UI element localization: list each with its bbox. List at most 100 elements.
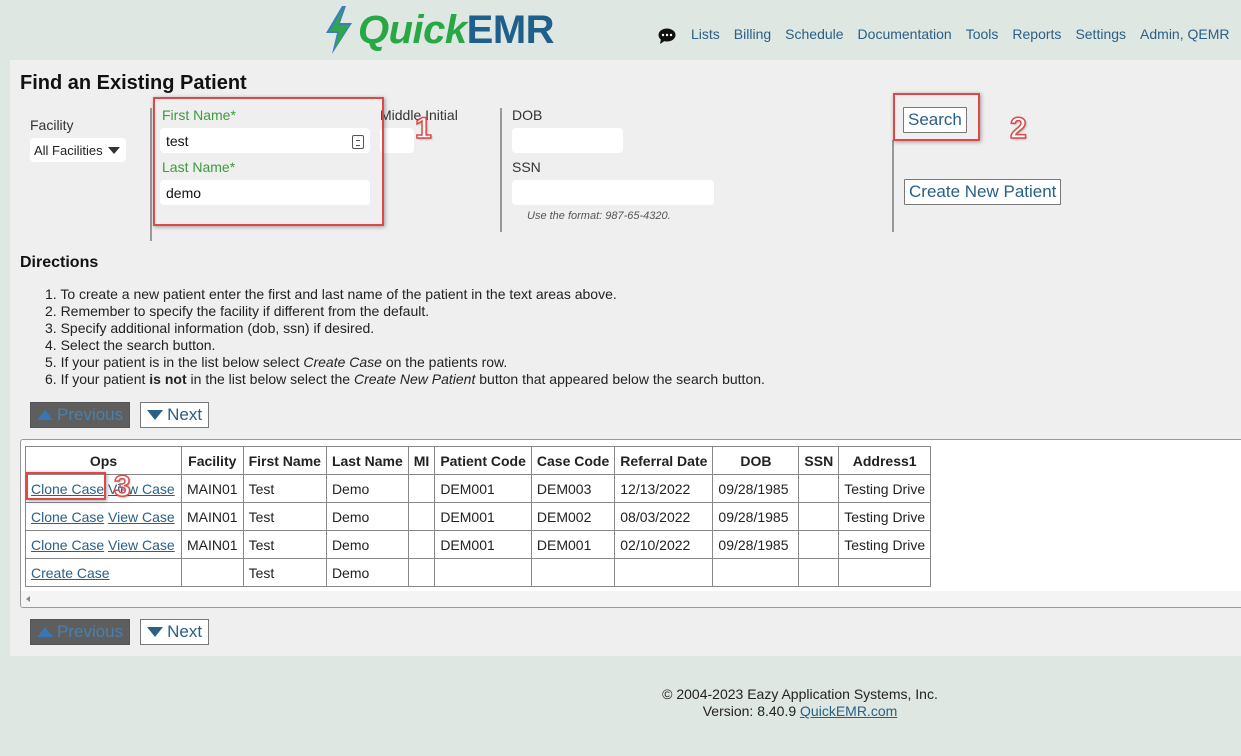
column-header: Referral Date bbox=[614, 446, 714, 475]
version-line: Version: 8.40.9 QuickEMR.com bbox=[0, 703, 1241, 720]
ssn-label: SSN bbox=[512, 159, 541, 175]
column-header: First Name bbox=[242, 446, 327, 475]
table-cell: Testing Drive bbox=[838, 474, 932, 503]
nav-billing[interactable]: Billing bbox=[734, 26, 771, 42]
column-header: Case Code bbox=[530, 446, 616, 475]
clone-case-link[interactable]: Clone Case bbox=[31, 509, 104, 525]
table-cell bbox=[407, 530, 436, 559]
next-button[interactable]: Next bbox=[140, 619, 210, 645]
column-header: Last Name bbox=[325, 446, 409, 475]
quickemr-link[interactable]: QuickEMR.com bbox=[800, 703, 897, 719]
table-cell: DEM003 bbox=[530, 474, 616, 503]
table-cell: DEM001 bbox=[530, 530, 616, 559]
previous-button[interactable]: Previous bbox=[30, 619, 131, 645]
caret-down-icon bbox=[108, 147, 120, 154]
create-case-link[interactable]: Create Case bbox=[31, 565, 110, 581]
dob-input[interactable] bbox=[512, 128, 623, 153]
annotation-highlight-clone-case bbox=[26, 472, 106, 500]
annotation-number: 2 bbox=[1009, 111, 1027, 146]
brand-quick: Quick bbox=[358, 7, 467, 52]
table-cell bbox=[712, 558, 800, 587]
table-cell: Demo bbox=[325, 558, 409, 587]
lightning-bolt-icon bbox=[326, 6, 352, 54]
table-cell bbox=[434, 558, 532, 587]
facility-select[interactable]: All Facilities bbox=[30, 138, 126, 162]
nav-tools[interactable]: Tools bbox=[966, 26, 999, 42]
middle-initial-input[interactable] bbox=[380, 128, 414, 153]
previous-label: Previous bbox=[57, 405, 124, 424]
direction-step: 2. Remember to specify the facility if d… bbox=[45, 303, 430, 319]
table-cell bbox=[407, 502, 436, 531]
clone-case-link[interactable]: Clone Case bbox=[31, 537, 104, 553]
table-cell: DEM001 bbox=[434, 474, 532, 503]
table-cell: Test bbox=[242, 558, 327, 587]
table-cell bbox=[798, 558, 840, 587]
divider bbox=[150, 108, 152, 241]
table-cell: DEM002 bbox=[530, 502, 616, 531]
column-header: MI bbox=[407, 446, 436, 475]
facility-select-value: All Facilities bbox=[34, 143, 103, 158]
column-header: Ops bbox=[25, 446, 182, 475]
divider bbox=[500, 108, 502, 232]
quickemr-logo[interactable]: QuickEMR bbox=[322, 4, 555, 56]
ssn-input[interactable] bbox=[512, 180, 714, 205]
direction-step: 3. Specify additional information (dob, … bbox=[45, 320, 375, 336]
view-case-link[interactable]: View Case bbox=[108, 509, 175, 525]
direction-step: 6. If your patient is not in the list be… bbox=[45, 371, 765, 387]
table-cell: MAIN01 bbox=[181, 474, 244, 503]
nav-settings[interactable]: Settings bbox=[1075, 26, 1126, 42]
triangle-up-icon bbox=[37, 627, 53, 637]
chat-icon[interactable] bbox=[658, 28, 676, 44]
column-header: DOB bbox=[712, 446, 800, 475]
table-cell: MAIN01 bbox=[181, 502, 244, 531]
table-cell bbox=[407, 558, 436, 587]
directions-list: 1. To create a new patient enter the fir… bbox=[45, 286, 765, 388]
nav-reports[interactable]: Reports bbox=[1012, 26, 1061, 42]
table-cell: DEM001 bbox=[434, 502, 532, 531]
main-panel: Find an Existing Patient Facility All Fa… bbox=[10, 60, 1241, 656]
previous-button[interactable]: Previous bbox=[30, 402, 131, 428]
create-new-patient-button[interactable]: Create New Patient bbox=[904, 179, 1062, 205]
copyright-text: © 2004-2023 Eazy Application Systems, In… bbox=[662, 686, 938, 702]
table-cell bbox=[614, 558, 714, 587]
pager-bottom: Previous Next bbox=[30, 619, 210, 645]
annotation-highlight-search bbox=[893, 93, 980, 141]
table-cell bbox=[798, 474, 840, 503]
table-row: Clone Case View Case MAIN01 Test Demo DE… bbox=[25, 502, 932, 531]
direction-step: 4. Select the search button. bbox=[45, 337, 216, 353]
table-cell bbox=[407, 474, 436, 503]
results-table: Ops Facility First Name Last Name MI Pat… bbox=[25, 446, 932, 587]
column-header: Patient Code bbox=[434, 446, 532, 475]
page-footer: © 2004-2023 Eazy Application Systems, In… bbox=[0, 686, 1241, 720]
direction-step: 1. To create a new patient enter the fir… bbox=[45, 286, 617, 302]
view-case-link[interactable]: View Case bbox=[108, 537, 175, 553]
triangle-down-icon bbox=[147, 410, 164, 420]
scroll-left-icon[interactable] bbox=[26, 596, 30, 602]
annotation-number: 3 bbox=[113, 469, 131, 504]
table-cell: Test bbox=[242, 502, 327, 531]
directions-title: Directions bbox=[20, 254, 99, 271]
horizontal-scrollbar[interactable] bbox=[21, 591, 1241, 607]
table-header-row: Ops Facility First Name Last Name MI Pat… bbox=[25, 446, 932, 475]
ops-cell: Create Case bbox=[25, 558, 182, 587]
nav-lists[interactable]: Lists bbox=[691, 26, 720, 42]
nav-user-menu[interactable]: Admin, QEMR bbox=[1140, 26, 1229, 42]
column-header: Address1 bbox=[838, 446, 932, 475]
table-cell bbox=[798, 530, 840, 559]
brand-emr: EMR bbox=[466, 7, 555, 52]
page-title: Find an Existing Patient bbox=[20, 72, 247, 94]
pager-top: Previous Next bbox=[30, 402, 210, 428]
nav-documentation[interactable]: Documentation bbox=[858, 26, 952, 42]
table-cell bbox=[181, 558, 244, 587]
nav-schedule[interactable]: Schedule bbox=[785, 26, 843, 42]
table-cell: 12/13/2022 bbox=[614, 474, 714, 503]
dob-label: DOB bbox=[512, 107, 543, 123]
previous-label: Previous bbox=[57, 622, 124, 641]
next-button[interactable]: Next bbox=[140, 402, 210, 428]
table-cell: 08/03/2022 bbox=[614, 502, 714, 531]
facility-label: Facility bbox=[30, 117, 74, 133]
table-cell: Testing Drive bbox=[838, 530, 932, 559]
results-table-container: Ops Facility First Name Last Name MI Pat… bbox=[20, 439, 1241, 608]
app-header: QuickEMR Lists Billing Schedule Document… bbox=[0, 0, 1241, 60]
ssn-format-hint: Use the format: 987-65-4320. bbox=[527, 210, 671, 222]
